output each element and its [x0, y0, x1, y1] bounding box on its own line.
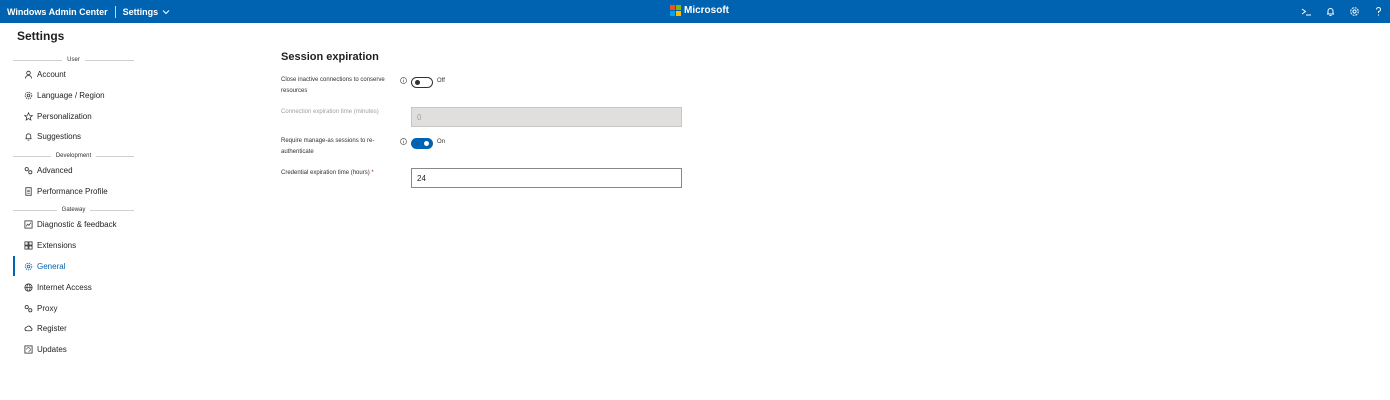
sidebar-item-diagnostic-feedback[interactable]: Diagnostic & feedback: [13, 214, 134, 234]
brand-text: Microsoft: [684, 5, 729, 16]
sidebar-item-proxy[interactable]: Proxy: [13, 298, 134, 318]
connection-expiration-input: 0: [411, 107, 682, 127]
sidebar-item-label: Proxy: [37, 303, 58, 313]
title-separator: [114, 5, 116, 18]
sidebar-item-language-region[interactable]: Language / Region: [13, 85, 134, 105]
close-inactive-state: Off: [437, 78, 445, 84]
sidebar-item-label: Performance Profile: [37, 186, 108, 196]
advanced-icon: [23, 165, 33, 175]
sidebar-item-label: Internet Access: [37, 282, 92, 292]
sidebar-item-label: Updates: [37, 344, 67, 354]
sidebar-item-label: Account: [37, 69, 66, 79]
sidebar-item-label: Language / Region: [37, 90, 105, 100]
info-icon[interactable]: [400, 77, 407, 84]
credential-expiration-label-text: Credential expiration time (hours): [281, 170, 370, 176]
app-title[interactable]: Windows Admin Center: [0, 7, 108, 17]
chevron-down-icon: [162, 9, 170, 14]
toggle-knob: [415, 80, 420, 85]
breadcrumb-settings[interactable]: Settings: [123, 7, 171, 17]
toggle-knob: [424, 141, 429, 146]
gear-icon: [23, 261, 33, 271]
group-label: User: [67, 57, 80, 63]
credential-expiration-label: Credential expiration time (hours) *: [281, 168, 396, 179]
connection-expiration-label: Connection expiration time (minutes): [281, 109, 379, 115]
require-manage-as-label: Require manage-as sessions to re-authent…: [281, 138, 375, 155]
sidebar-item-label: Extensions: [37, 240, 77, 250]
sidebar-item-extensions[interactable]: Extensions: [13, 235, 134, 255]
top-icons: [1294, 0, 1390, 23]
extensions-icon: [23, 240, 33, 250]
info-icon[interactable]: [400, 138, 407, 145]
brand: Microsoft: [670, 5, 729, 16]
sidebar-item-performance-profile[interactable]: Performance Profile: [13, 181, 134, 201]
sidebar-item-internet-access[interactable]: Internet Access: [13, 277, 134, 297]
credential-expiration-input[interactable]: 24: [411, 168, 682, 188]
sidebar-item-account[interactable]: Account: [13, 64, 134, 84]
sidebar-item-suggestions[interactable]: Suggestions: [13, 126, 134, 146]
diagnostic-icon: [23, 219, 33, 229]
section-title: Session expiration: [281, 51, 379, 63]
document-icon: [23, 186, 33, 196]
top-bar: Windows Admin Center Settings Microsoft: [0, 0, 1390, 23]
sidebar-item-label: Personalization: [37, 111, 92, 121]
settings-icon[interactable]: [1342, 0, 1366, 23]
gear-icon: [23, 90, 33, 100]
sidebar-title: Settings: [17, 29, 65, 43]
required-marker: *: [371, 170, 374, 176]
cloud-icon: [23, 323, 33, 333]
sidebar-item-label: Advanced: [37, 165, 73, 175]
sidebar-item-label: Register: [37, 323, 67, 333]
sidebar-item-label: Diagnostic & feedback: [37, 219, 117, 229]
powershell-icon[interactable]: [1294, 0, 1318, 23]
sidebar-item-label: Suggestions: [37, 131, 82, 141]
sidebar-item-advanced[interactable]: Advanced: [13, 160, 134, 180]
star-icon: [23, 111, 33, 121]
updates-icon: [23, 344, 33, 354]
breadcrumb-label: Settings: [122, 6, 159, 17]
sidebar-item-label: General: [37, 261, 66, 271]
group-label: Development: [55, 153, 92, 159]
require-manage-as-toggle[interactable]: [411, 138, 433, 149]
require-manage-as-state: On: [437, 139, 446, 145]
sidebar-item-register[interactable]: Register: [13, 318, 134, 338]
sidebar-item-updates[interactable]: Updates: [13, 339, 134, 359]
close-inactive-toggle[interactable]: [411, 77, 433, 88]
sidebar-item-general[interactable]: General: [13, 256, 134, 276]
sidebar-item-personalization[interactable]: Personalization: [13, 106, 134, 126]
proxy-icon: [23, 303, 33, 313]
notifications-icon[interactable]: [1318, 0, 1342, 23]
globe-icon: [23, 282, 33, 292]
microsoft-logo-icon: [670, 5, 681, 16]
person-icon: [23, 69, 33, 79]
group-label: Gateway: [61, 207, 86, 213]
close-inactive-label: Close inactive connections to conserve r…: [281, 77, 385, 94]
help-icon[interactable]: [1366, 0, 1390, 23]
bell-icon: [23, 131, 33, 141]
